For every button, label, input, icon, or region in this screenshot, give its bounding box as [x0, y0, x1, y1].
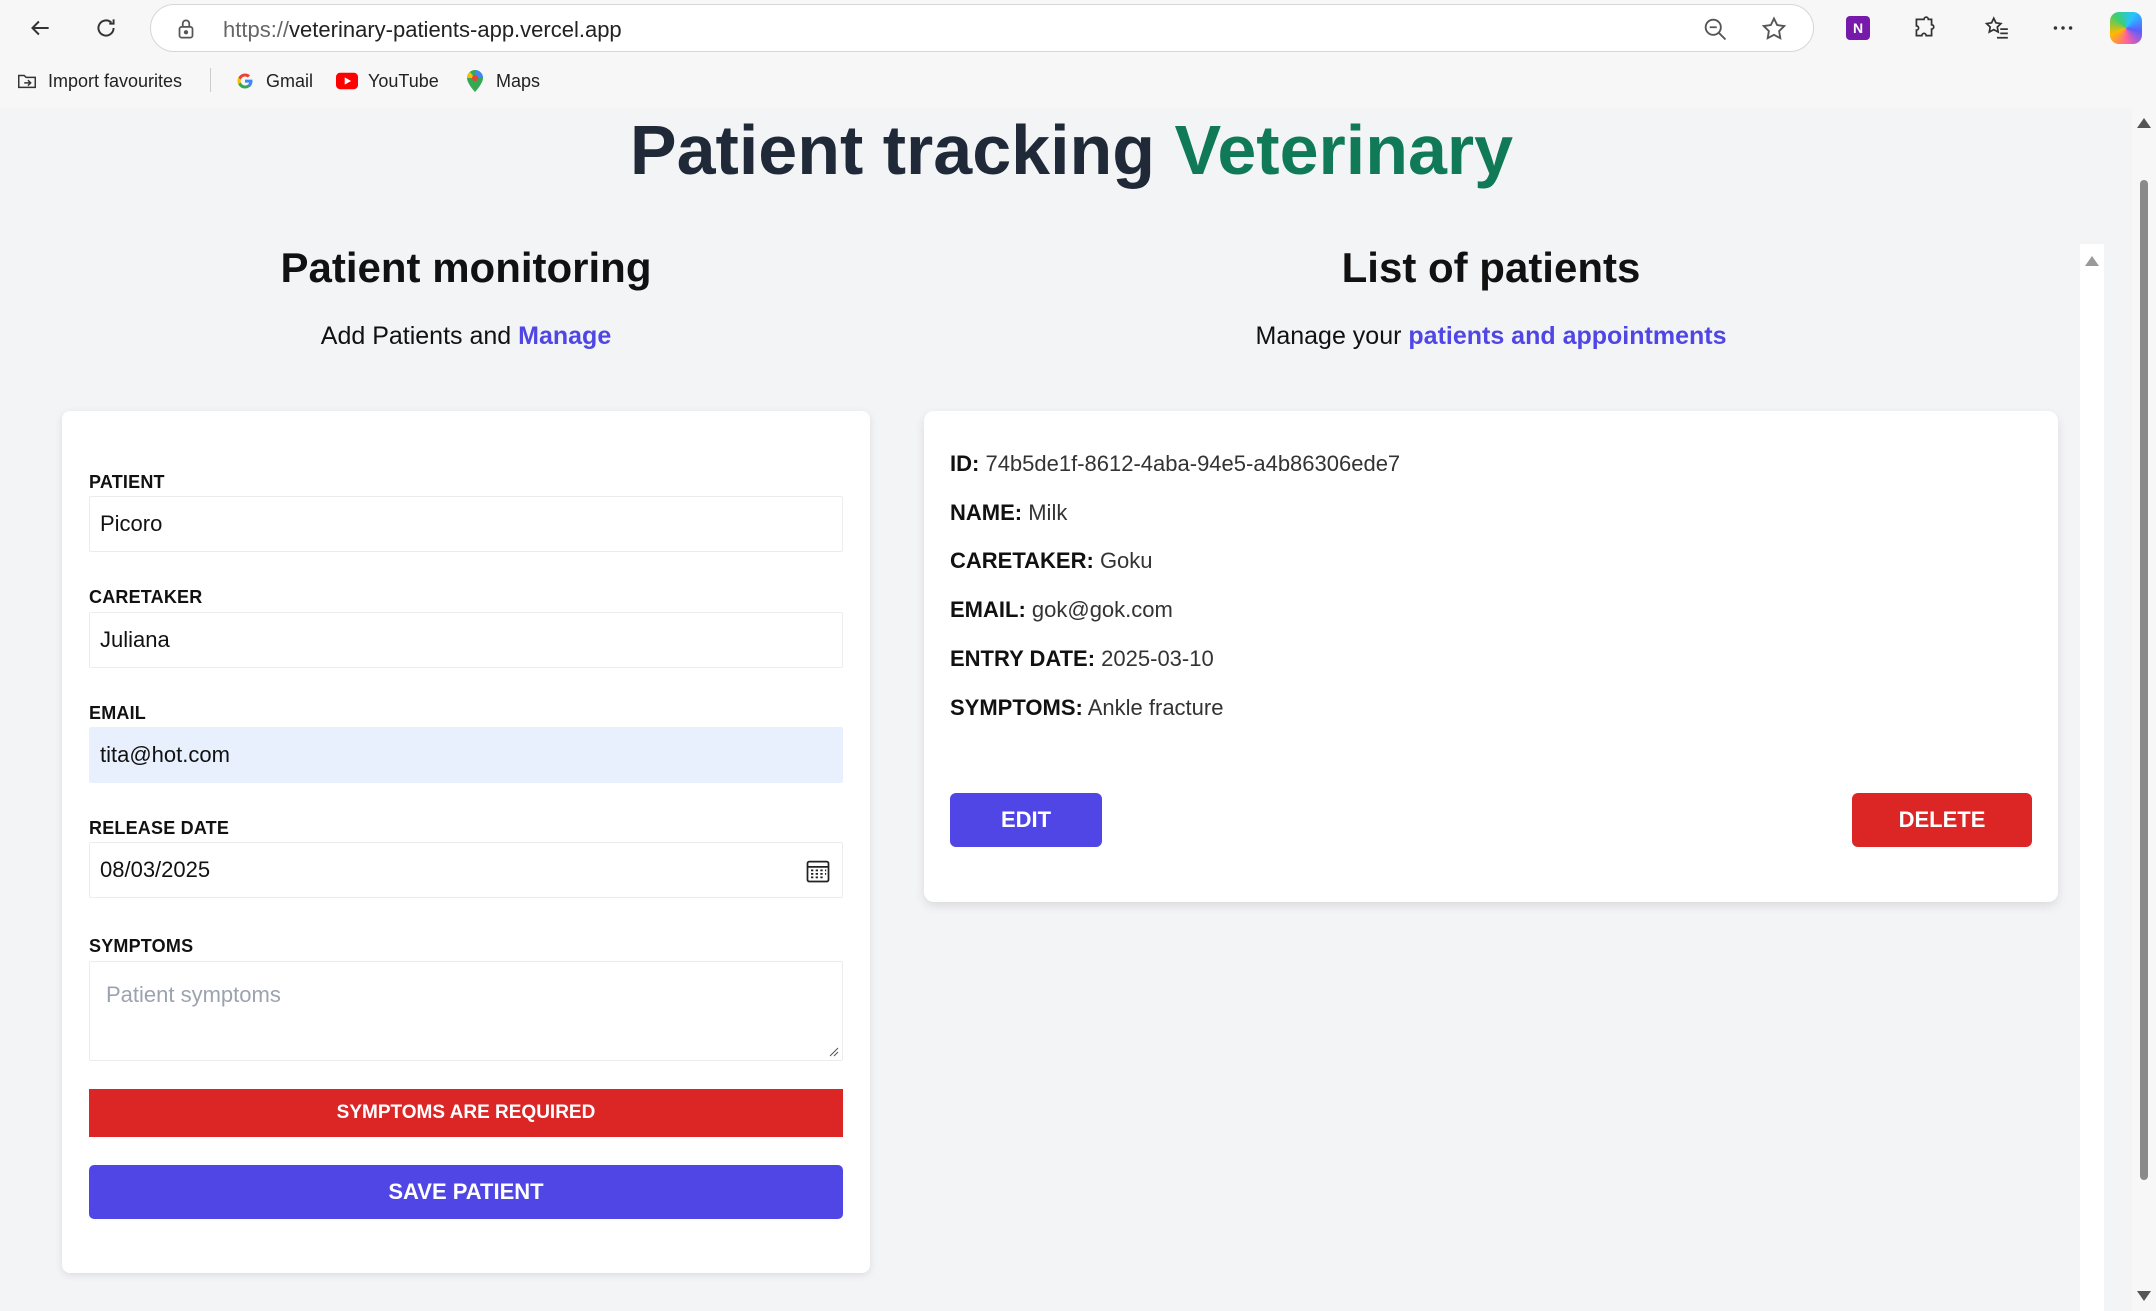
patient-label: Patient: [89, 472, 165, 492]
patient-entry-date-row: Entry date: 2025-03-10: [950, 646, 1214, 672]
browser-toolbar: https://veterinary-patients-app.vercel.a…: [0, 0, 2156, 56]
refresh-button[interactable]: [86, 8, 126, 48]
release-date-input[interactable]: 08/03/2025: [89, 842, 843, 898]
scrollbar-thumb[interactable]: [2140, 180, 2148, 1180]
page-title: Patient tracking Veterinary: [4, 110, 2132, 190]
youtube-icon: [336, 70, 358, 92]
bookmark-import-favourites[interactable]: Import favourites: [16, 68, 182, 94]
page-title-accent: Veterinary: [1174, 111, 1514, 189]
release-date-value: 08/03/2025: [100, 857, 211, 882]
id-key: ID:: [950, 451, 980, 476]
page-title-main: Patient tracking: [629, 111, 1156, 189]
email-input[interactable]: tita@hot.com: [89, 727, 843, 783]
monitoring-subtitle: Add Patients and Manage: [62, 322, 870, 351]
content-scroll-up-icon[interactable]: [2085, 256, 2099, 266]
symptoms-label: Symptoms: [89, 936, 194, 956]
patient-name-value: Picoro: [100, 511, 163, 536]
entry-date-value: 2025-03-10: [1101, 646, 1214, 671]
favorites-list-icon: [1984, 16, 2008, 39]
scroll-down-icon[interactable]: [2137, 1291, 2151, 1301]
bookmark-label: Gmail: [266, 70, 314, 91]
patient-form: Patient Picoro Caretaker Juliana Email t…: [62, 411, 870, 1273]
email-value: tita@hot.com: [100, 742, 230, 767]
monitoring-subtitle-accent: Manage: [518, 322, 612, 350]
name-value: Milk: [1028, 500, 1068, 525]
delete-label: Delete: [1898, 807, 1986, 832]
favorite-star-icon[interactable]: [1760, 15, 1788, 43]
patient-id-row: ID: 74b5de1f-8612-4aba-94e5-a4b86306ede7: [950, 451, 1400, 477]
google-g-icon: [234, 70, 256, 92]
caretaker-input[interactable]: Juliana: [89, 612, 843, 668]
refresh-icon: [97, 19, 115, 37]
bookmark-label: YouTube: [368, 70, 439, 91]
patient-card: ID: 74b5de1f-8612-4aba-94e5-a4b86306ede7…: [924, 411, 2058, 902]
bookmark-gmail[interactable]: Gmail: [234, 68, 313, 94]
caretaker-value: Goku: [1099, 548, 1153, 573]
bookmark-label: Import favourites: [48, 70, 183, 91]
resize-grip-icon[interactable]: [827, 1045, 839, 1057]
bookmark-maps[interactable]: Maps: [464, 68, 540, 94]
back-button[interactable]: [20, 8, 60, 48]
bookmarks-bar: Import favourites Gmail YouTube Maps: [0, 60, 2156, 100]
error-message-text: Symptoms are required: [336, 1102, 596, 1123]
symptoms-value: Ankle fracture: [1087, 695, 1224, 720]
monitoring-subtitle-prefix: Add Patients and: [320, 322, 512, 350]
email-key: Email:: [950, 597, 1026, 622]
patients-subtitle-prefix: Manage your: [1255, 322, 1402, 350]
save-patient-label: Save Patient: [388, 1179, 544, 1204]
calendar-icon[interactable]: [804, 857, 832, 885]
scroll-up-icon[interactable]: [2137, 118, 2151, 128]
caretaker-label: Caretaker: [89, 587, 203, 607]
url-protocol: https://: [223, 17, 290, 42]
content-scrollbar[interactable]: [2080, 244, 2104, 1311]
caretaker-key: Caretaker:: [950, 548, 1094, 573]
bookmark-label: Maps: [496, 70, 541, 91]
symptoms-error-alert: Symptoms are required: [89, 1089, 843, 1137]
patient-name-input[interactable]: Picoro: [89, 496, 843, 552]
extensions-button[interactable]: [1904, 8, 1944, 48]
bookmark-youtube[interactable]: YouTube: [336, 68, 439, 94]
patient-caretaker-row: Caretaker: Goku: [950, 548, 1153, 574]
onenote-icon[interactable]: N: [1846, 16, 1870, 40]
maps-pin-icon: [464, 70, 486, 92]
lock-icon: [178, 19, 194, 39]
name-key: Name:: [950, 500, 1023, 525]
entry-date-key: Entry date:: [950, 646, 1096, 671]
monitoring-title: Patient monitoring: [280, 244, 652, 291]
patient-email-row: Email: gok@gok.com: [950, 597, 1173, 623]
delete-patient-button[interactable]: Delete: [1852, 793, 2032, 847]
puzzle-icon: [1915, 16, 1935, 37]
import-folder-icon: [16, 70, 38, 92]
patients-list-title: List of patients: [1341, 244, 1641, 291]
bookmarks-separator: [210, 68, 211, 92]
browser-chrome: https://veterinary-patients-app.vercel.a…: [0, 0, 2156, 108]
patient-symptoms-row: Symptoms: Ankle fracture: [950, 695, 1223, 721]
edit-patient-button[interactable]: Edit: [950, 793, 1102, 847]
caretaker-value: Juliana: [100, 627, 170, 652]
email-label: Email: [89, 703, 146, 723]
window-scrollbar[interactable]: [2132, 108, 2156, 1311]
symptoms-key: Symptoms:: [950, 695, 1083, 720]
page-viewport: Patient tracking Veterinary Patient moni…: [4, 108, 2132, 1311]
release-date-label: Release date: [89, 818, 230, 838]
url-text[interactable]: https://veterinary-patients-app.vercel.a…: [223, 17, 622, 43]
symptoms-placeholder: Patient symptoms: [106, 982, 281, 1007]
patients-subtitle-accent: patients and appointments: [1408, 322, 1727, 350]
favorites-button[interactable]: [1977, 8, 2017, 48]
more-menu-button[interactable]: [2043, 8, 2083, 48]
save-patient-button[interactable]: Save Patient: [89, 1165, 843, 1219]
zoom-out-icon[interactable]: [1701, 15, 1729, 43]
edit-label: Edit: [1000, 807, 1052, 832]
more-dots-icon: [2053, 26, 2073, 30]
copilot-icon[interactable]: [2110, 12, 2142, 44]
email-value: gok@gok.com: [1031, 597, 1173, 622]
id-value: 74b5de1f-8612-4aba-94e5-a4b86306ede7: [985, 451, 1401, 476]
patient-name-row: Name: Milk: [950, 500, 1067, 526]
back-arrow-icon: [31, 20, 49, 36]
symptoms-textarea[interactable]: Patient symptoms: [89, 961, 843, 1061]
patients-list-subtitle: Manage your patients and appointments: [924, 322, 2058, 351]
url-host: veterinary-patients-app.vercel.app: [289, 17, 622, 42]
address-bar[interactable]: https://veterinary-patients-app.vercel.a…: [150, 4, 1814, 52]
